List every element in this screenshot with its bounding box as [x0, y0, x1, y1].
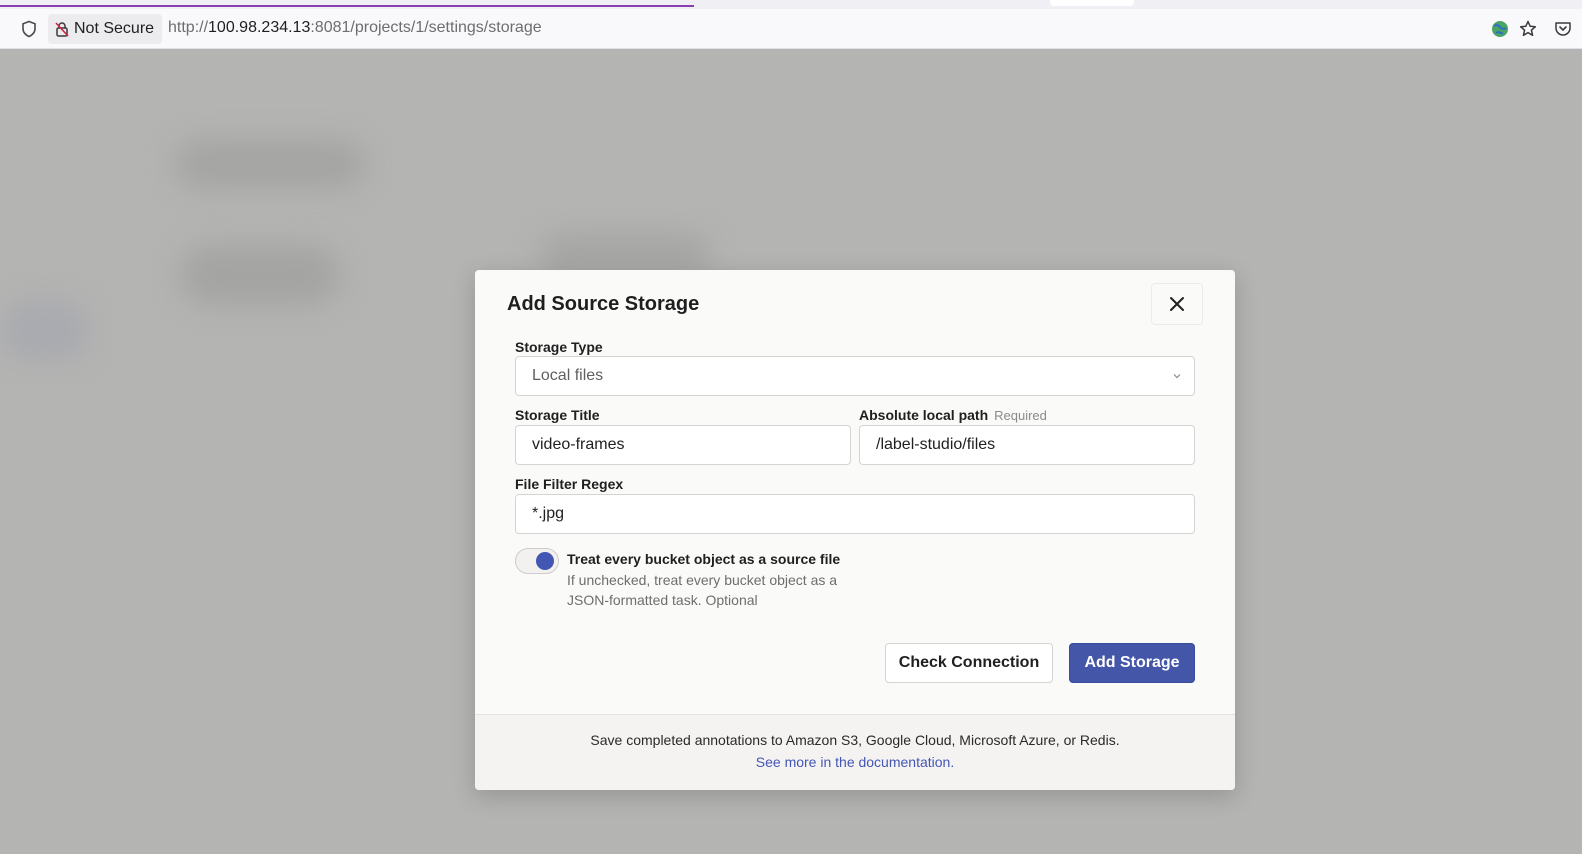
check-connection-button[interactable]: Check Connection: [885, 643, 1053, 683]
toggle-description: If unchecked, treat every bucket object …: [567, 572, 838, 608]
local-path-input[interactable]: /label-studio/files: [859, 425, 1195, 465]
url-host: 100.98.234.13: [208, 19, 311, 36]
file-filter-input[interactable]: *.jpg: [515, 494, 1195, 534]
blurred-header: [540, 235, 710, 275]
insecure-lock-icon: [55, 22, 69, 37]
footer-text: Save completed annotations to Amazon S3,…: [590, 732, 1120, 748]
tab-strip: [0, 0, 1582, 9]
required-hint: Required: [994, 408, 1047, 423]
add-storage-button[interactable]: Add Storage: [1069, 643, 1195, 683]
source-file-toggle[interactable]: [515, 548, 559, 574]
storage-title-input[interactable]: video-frames: [515, 425, 851, 465]
not-secure-indicator[interactable]: Not Secure: [48, 14, 163, 44]
toggle-title: Treat every bucket object as a source fi…: [567, 551, 841, 567]
url-scheme: http://: [168, 19, 209, 36]
add-source-storage-modal: Add Source Storage Storage Type Local fi…: [475, 270, 1235, 790]
documentation-link[interactable]: See more in the documentation.: [475, 754, 1235, 770]
vpn-globe-icon[interactable]: [1490, 19, 1510, 39]
page-load-progress: [0, 5, 694, 7]
blurred-heading: [175, 140, 365, 188]
close-icon: [1170, 297, 1184, 311]
storage-type-label: Storage Type: [515, 339, 603, 355]
storage-title-label: Storage Title: [515, 407, 600, 423]
bookmark-star-icon[interactable]: [1518, 19, 1538, 39]
active-tab[interactable]: [1050, 0, 1134, 6]
file-filter-label: File Filter Regex: [515, 476, 624, 492]
pocket-icon[interactable]: [1553, 19, 1573, 39]
modal-footer: Save completed annotations to Amazon S3,…: [475, 714, 1235, 790]
security-label: Not Secure: [74, 20, 155, 37]
blurred-menu-item: [180, 245, 340, 305]
url-path: :8081/projects/1/settings/storage: [310, 19, 542, 36]
shield-icon[interactable]: [20, 20, 38, 38]
local-path-label-text: Absolute local path: [859, 407, 989, 423]
storage-type-value: Local files: [532, 367, 604, 384]
blurred-sidebar-item: [0, 300, 90, 360]
chevron-down-icon: [1173, 374, 1181, 379]
storage-type-select[interactable]: Local files: [515, 356, 1195, 396]
address-bar[interactable]: Not Secure http://100.98.234.13:8081/pro…: [0, 9, 1582, 49]
local-path-label: Absolute local path Required: [859, 407, 1047, 423]
toggle-knob: [536, 552, 554, 570]
close-button[interactable]: [1151, 283, 1203, 325]
url-text[interactable]: http://100.98.234.13:8081/projects/1/set…: [168, 19, 542, 37]
modal-title: Add Source Storage: [507, 293, 700, 315]
